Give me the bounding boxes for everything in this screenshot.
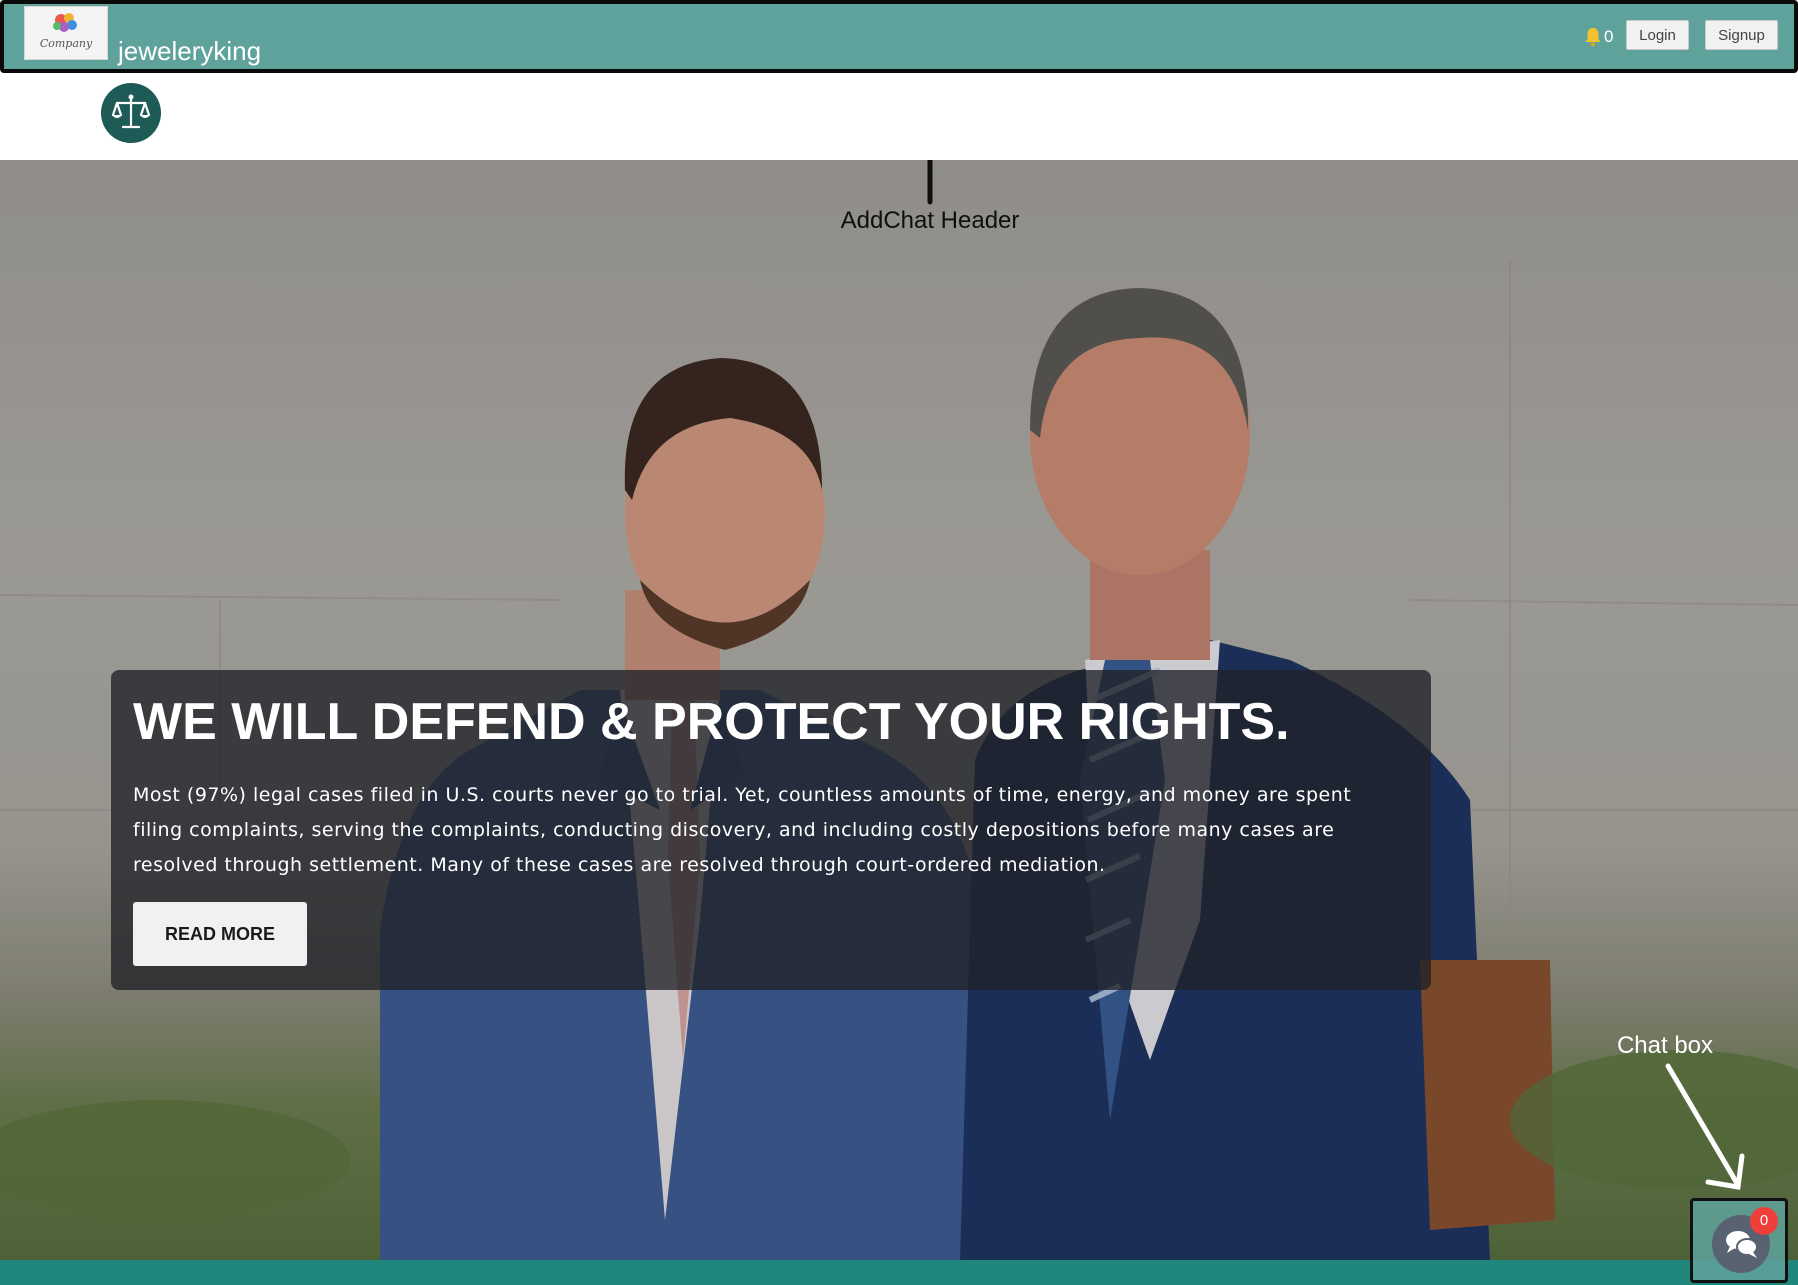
brand-name: jeweleryking	[118, 36, 262, 66]
site-logo[interactable]	[101, 83, 161, 143]
hero-text: Most (97%) legal cases filed in U.S. cou…	[133, 784, 1352, 876]
hero-title: WE WILL DEFEND & PROTECT YOUR RIGHTS.	[133, 693, 1290, 751]
scales-of-justice-icon	[111, 94, 151, 129]
notification-count: 0	[1604, 27, 1614, 46]
signup-button[interactable]: Signup	[1705, 20, 1778, 50]
hero-card: WE WILL DEFEND & PROTECT YOUR RIGHTS. Mo…	[111, 670, 1431, 990]
hero-section: AddChat Header Chat box WE WILL DEFEND &…	[0, 160, 1798, 1260]
read-more-button[interactable]: READ MORE	[133, 902, 307, 966]
company-logo-text: Company	[39, 37, 93, 50]
notification-indicator[interactable]: 0	[1584, 24, 1613, 50]
addchat-header-annotation: AddChat Header	[840, 207, 1020, 234]
addchat-header: Company jeweleryking 0 Login Signup	[0, 0, 1798, 73]
site-header	[0, 73, 1798, 160]
chat-unread-badge: 0	[1750, 1207, 1778, 1235]
chat-box: 0	[1690, 1198, 1788, 1283]
chat-box-annotation: Chat box	[1616, 1032, 1714, 1059]
login-button[interactable]: Login	[1626, 20, 1689, 50]
bell-icon	[1585, 28, 1601, 47]
footer-bar	[0, 1260, 1798, 1285]
company-logo[interactable]: Company	[24, 6, 108, 60]
company-logo-icon	[53, 13, 77, 32]
chat-bubbles-icon	[1726, 1231, 1758, 1258]
